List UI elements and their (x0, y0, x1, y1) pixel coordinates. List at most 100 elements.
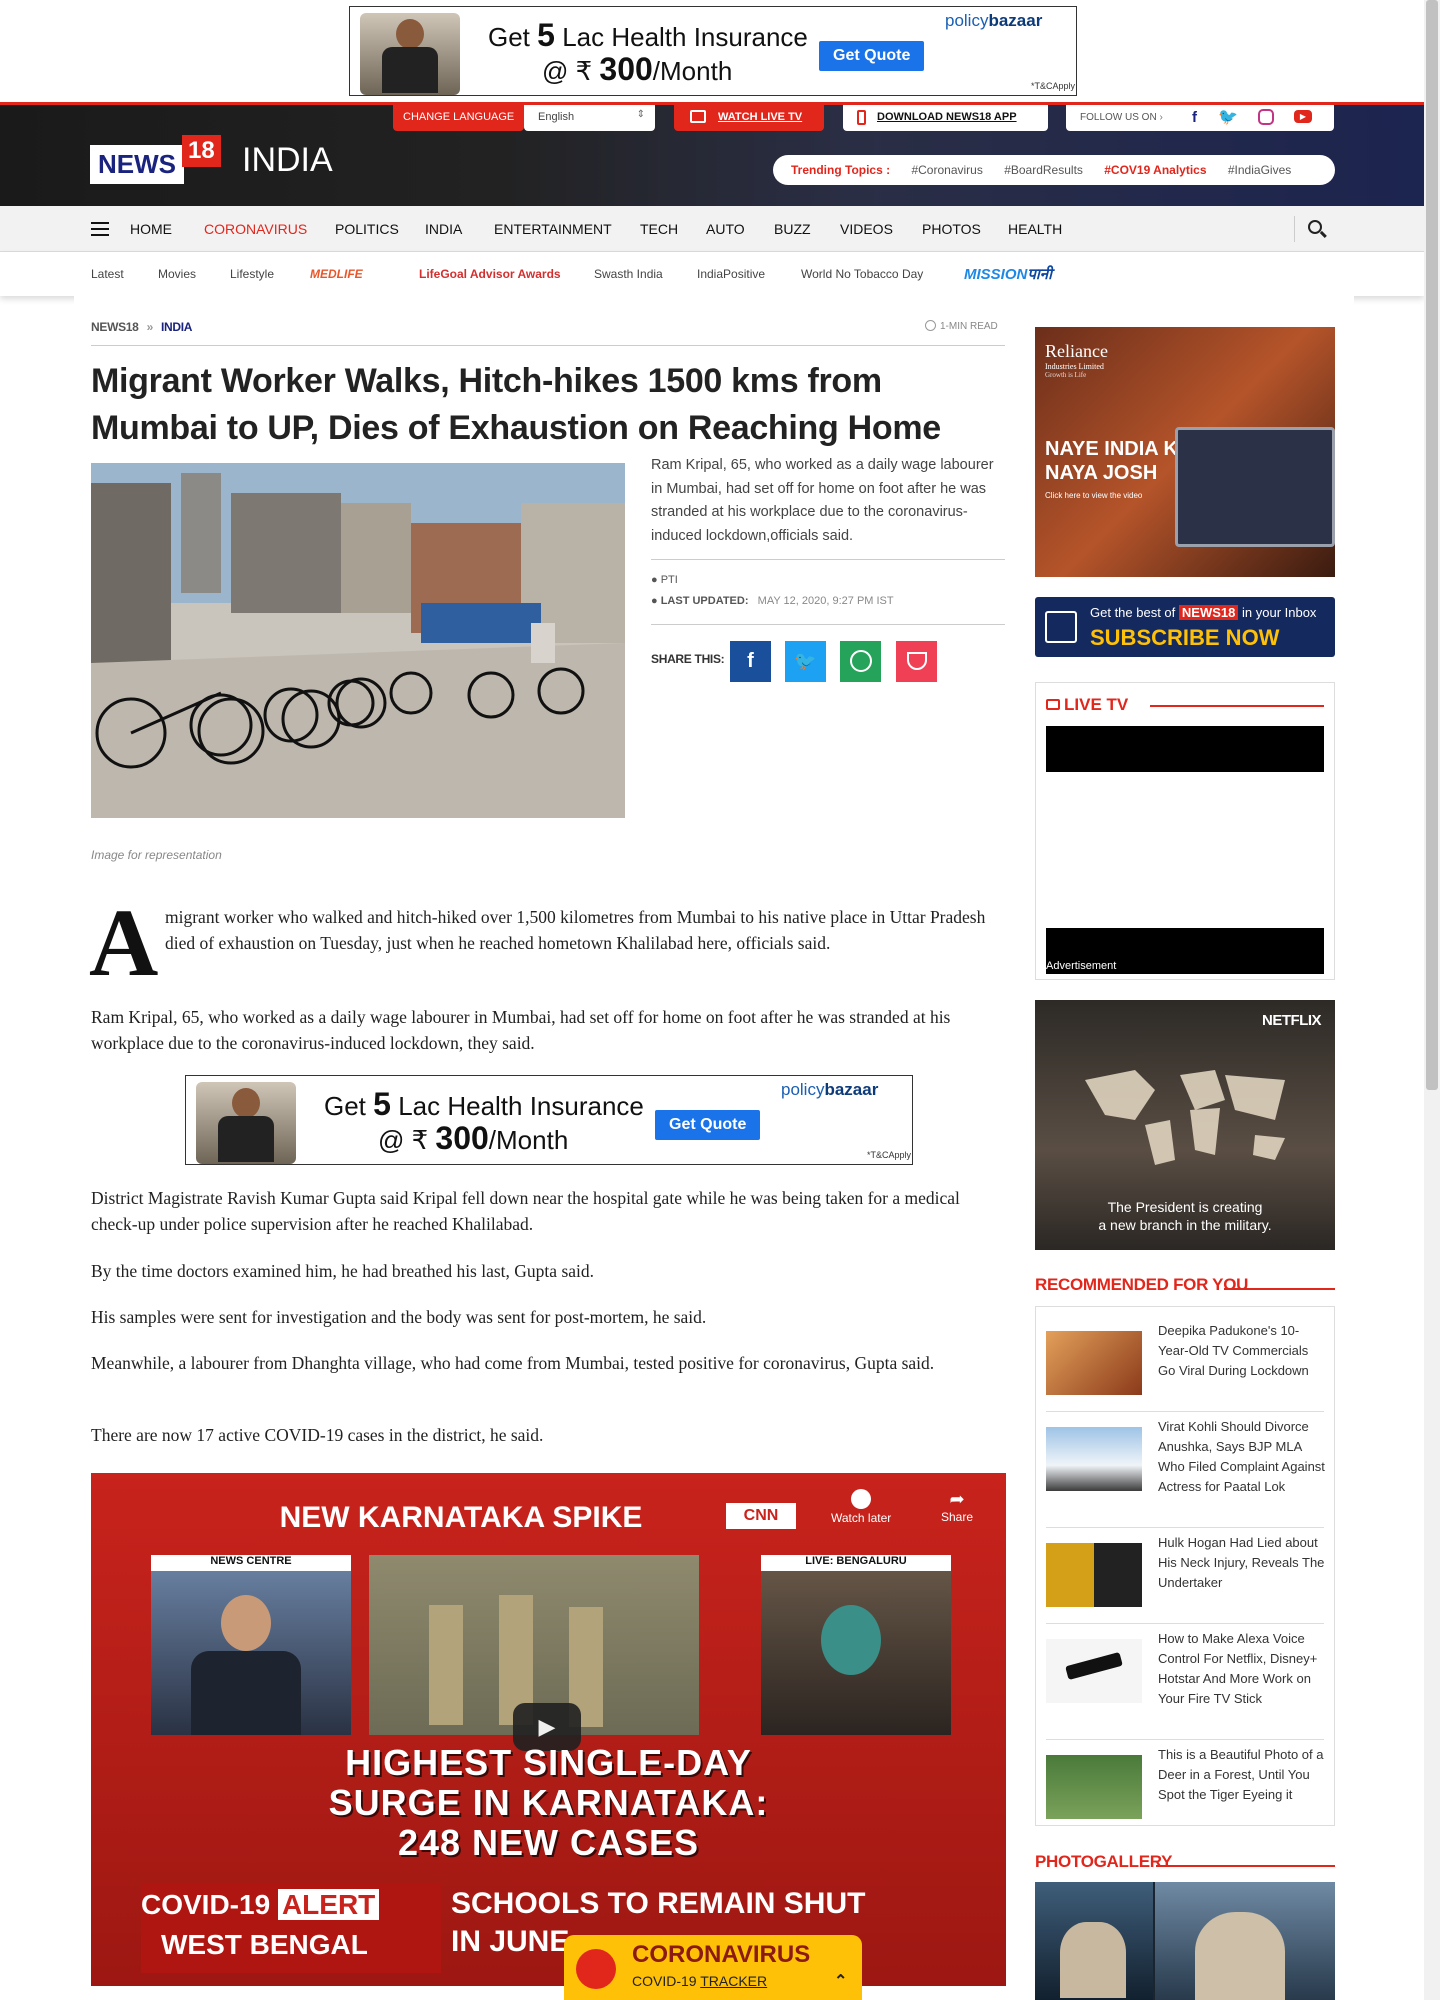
facebook-icon[interactable]: f (1192, 109, 1197, 126)
article-paragraph-4: By the time doctors examined him, he had… (91, 1261, 595, 1281)
logo-18-text: 18 (182, 135, 221, 167)
world-map-image (1085, 1070, 1285, 1165)
nav-item-health[interactable]: HEALTH (1008, 221, 1062, 237)
recommended-headline: Deepika Padukone's 10-Year-Old TV Commer… (1158, 1323, 1309, 1378)
covid-tracker-widget[interactable]: CORONAVIRUS COVID-19 TRACKER ⌃ (564, 1935, 862, 2000)
thumbnail (1046, 1543, 1142, 1607)
breadcrumb-section[interactable]: INDIA (161, 320, 192, 334)
subnav-item-tobacco-day[interactable]: World No Tobacco Day (801, 267, 923, 281)
share-twitter-icon[interactable]: 🐦 (785, 641, 826, 682)
photogallery-preview[interactable] (1035, 1882, 1335, 2000)
article-paragraph-7: There are now 17 active COVID-19 cases i… (91, 1425, 544, 1445)
photogallery-title: PHOTOGALLERY (1035, 1852, 1173, 1871)
video-anchor-panel: NEWS CENTRE (151, 1555, 351, 1735)
video-reporter-panel: LIVE: BENGALURU (761, 1555, 951, 1735)
recommended-headline: Virat Kohli Should Divorce Anushka, Says… (1158, 1419, 1325, 1494)
policybazaar-logo: policybazaar (781, 1080, 879, 1099)
chevron-up-icon[interactable]: ⌃ (834, 1971, 847, 1991)
video-share-button[interactable]: ➦ Share (941, 1489, 973, 1524)
trending-topic[interactable]: #IndiaGives (1228, 163, 1291, 177)
covid-alert-box: COVID-19 ALERT WEST BENGAL (141, 1883, 441, 1973)
subnav-item-lifegoal[interactable]: LifeGoal Advisor Awards (419, 267, 561, 281)
section-rule (1156, 1865, 1335, 1867)
language-select[interactable]: English ⇕ (524, 105, 655, 131)
advertisement-label: Advertisement (1046, 960, 1117, 972)
netflix-caption: The President is creating a new branch in… (1098, 1199, 1272, 1233)
watch-live-tv-button[interactable]: WATCH LIVE TV (674, 105, 824, 131)
netflix-ad[interactable]: NETFLIX The President is creating a new b… (1035, 1000, 1335, 1250)
nav-item-politics[interactable]: POLITICS (335, 221, 399, 237)
nav-item-coronavirus[interactable]: CORONAVIRUS (204, 221, 307, 237)
live-tv-player-top[interactable] (1046, 726, 1324, 772)
share-facebook-icon[interactable]: f (730, 641, 771, 682)
article-source: ● PTI (651, 574, 678, 586)
breadcrumb: NEWS18» INDIA (91, 320, 193, 334)
share-pocket-icon[interactable] (896, 641, 937, 682)
recommended-title: RECOMMENDED FOR YOU (1035, 1275, 1249, 1294)
ad-person-image (196, 1082, 296, 1164)
divider (651, 624, 1005, 625)
scrollbar[interactable] (1424, 0, 1440, 2000)
nav-item-videos[interactable]: VIDEOS (840, 221, 893, 237)
ad-get-quote-button[interactable]: Get Quote (655, 1110, 761, 1140)
breadcrumb-home[interactable]: NEWS18 (91, 320, 139, 334)
live-tv-title: LIVE TV (1046, 695, 1128, 715)
scrollbar-thumb[interactable] (1426, 0, 1438, 1090)
cnn-logo: CNN (726, 1503, 796, 1529)
watch-later-button[interactable]: Watch later (831, 1489, 891, 1525)
subnav-item-mission-paani[interactable]: MISSIONपानी (964, 264, 1052, 284)
subscribe-banner[interactable]: Get the best of NEWS18 in your Inbox SUB… (1035, 597, 1335, 657)
hamburger-menu-icon[interactable] (91, 222, 109, 236)
trending-topics-bar: Trending Topics : #Coronavirus #BoardRes… (773, 155, 1335, 185)
subscribe-line1: Get the best of NEWS18 in your Inbox (1090, 605, 1317, 620)
ad-person-image (360, 13, 460, 95)
nav-item-photos[interactable]: PHOTOS (922, 221, 981, 237)
nav-item-entertainment[interactable]: ENTERTAINMENT (494, 221, 612, 237)
recommended-list: Deepika Padukone's 10-Year-Old TV Commer… (1035, 1306, 1335, 1826)
nav-item-india[interactable]: INDIA (425, 221, 462, 237)
gallery-photo-1[interactable] (1035, 1882, 1153, 2000)
reliance-ad[interactable]: Reliance Industries Limited Growth is Life… (1035, 327, 1335, 577)
divider (91, 345, 1005, 346)
nav-item-tech[interactable]: TECH (640, 221, 678, 237)
news18-logo[interactable]: NEWS 18 (90, 135, 221, 184)
mid-ad-banner[interactable]: Get 5 Lac Health Insurance @ ₹ 300/Month… (185, 1075, 913, 1165)
trending-topic[interactable]: #Coronavirus (911, 163, 982, 177)
download-app-button[interactable]: DOWNLOAD NEWS18 APP (843, 105, 1048, 131)
thumbnail (1046, 1331, 1142, 1395)
nav-item-buzz[interactable]: BUZZ (774, 221, 811, 237)
change-language-label: CHANGE LANGUAGE (393, 105, 525, 131)
reliance-ad-cta[interactable]: Click here to view the video (1045, 491, 1142, 500)
trending-topic[interactable]: #COV19 Analytics (1104, 163, 1206, 177)
instagram-icon[interactable] (1258, 109, 1274, 125)
read-time: 1-MIN READ (925, 320, 998, 332)
subnav-item-latest[interactable]: Latest (91, 267, 124, 281)
search-icon[interactable] (1308, 220, 1327, 238)
thumbnail (1046, 1427, 1142, 1491)
thumbnail (1046, 1639, 1142, 1703)
sub-nav: Latest Movies Lifestyle MEDLIFE LifeGoal… (0, 252, 1424, 296)
subscribe-now-button[interactable]: SUBSCRIBE NOW (1090, 625, 1279, 651)
subnav-item-lifestyle[interactable]: Lifestyle (230, 267, 274, 281)
video-player[interactable]: NEW KARNATAKA SPIKE CNN NEWS CENTRE LIVE… (91, 1473, 1006, 1986)
nav-item-home[interactable]: HOME (130, 221, 172, 237)
divider (651, 559, 1005, 560)
subnav-item-swasth-india[interactable]: Swasth India (594, 267, 663, 281)
subnav-item-medlife[interactable]: MEDLIFE (310, 267, 363, 281)
article-paragraph-3: District Magistrate Ravish Kumar Gupta s… (91, 1188, 960, 1234)
ad-headline-line2: @ ₹ 300/Month (542, 51, 733, 87)
share-whatsapp-icon[interactable] (840, 641, 881, 682)
reliance-ad-headline: NAYE INDIA KA NAYA JOSH (1045, 438, 1193, 484)
gallery-photo-2[interactable] (1155, 1882, 1335, 2000)
nav-item-auto[interactable]: AUTO (706, 221, 745, 237)
trending-topic[interactable]: #BoardResults (1004, 163, 1083, 177)
ad-headline-line1: Get 5 Lac Health Insurance (324, 1086, 644, 1122)
ad-get-quote-button[interactable]: Get Quote (819, 41, 925, 71)
subnav-item-movies[interactable]: Movies (158, 267, 196, 281)
twitter-icon[interactable]: 🐦 (1218, 107, 1238, 127)
subnav-item-indiapositive[interactable]: IndiaPositive (697, 267, 765, 281)
mail-icon (1045, 611, 1077, 643)
top-ad-banner[interactable]: Get 5 Lac Health Insurance @ ₹ 300/Month… (349, 6, 1077, 96)
article-paragraph-6: Meanwhile, a labourer from Dhanghta vill… (91, 1353, 935, 1373)
youtube-icon[interactable]: ▶ (1294, 110, 1312, 123)
